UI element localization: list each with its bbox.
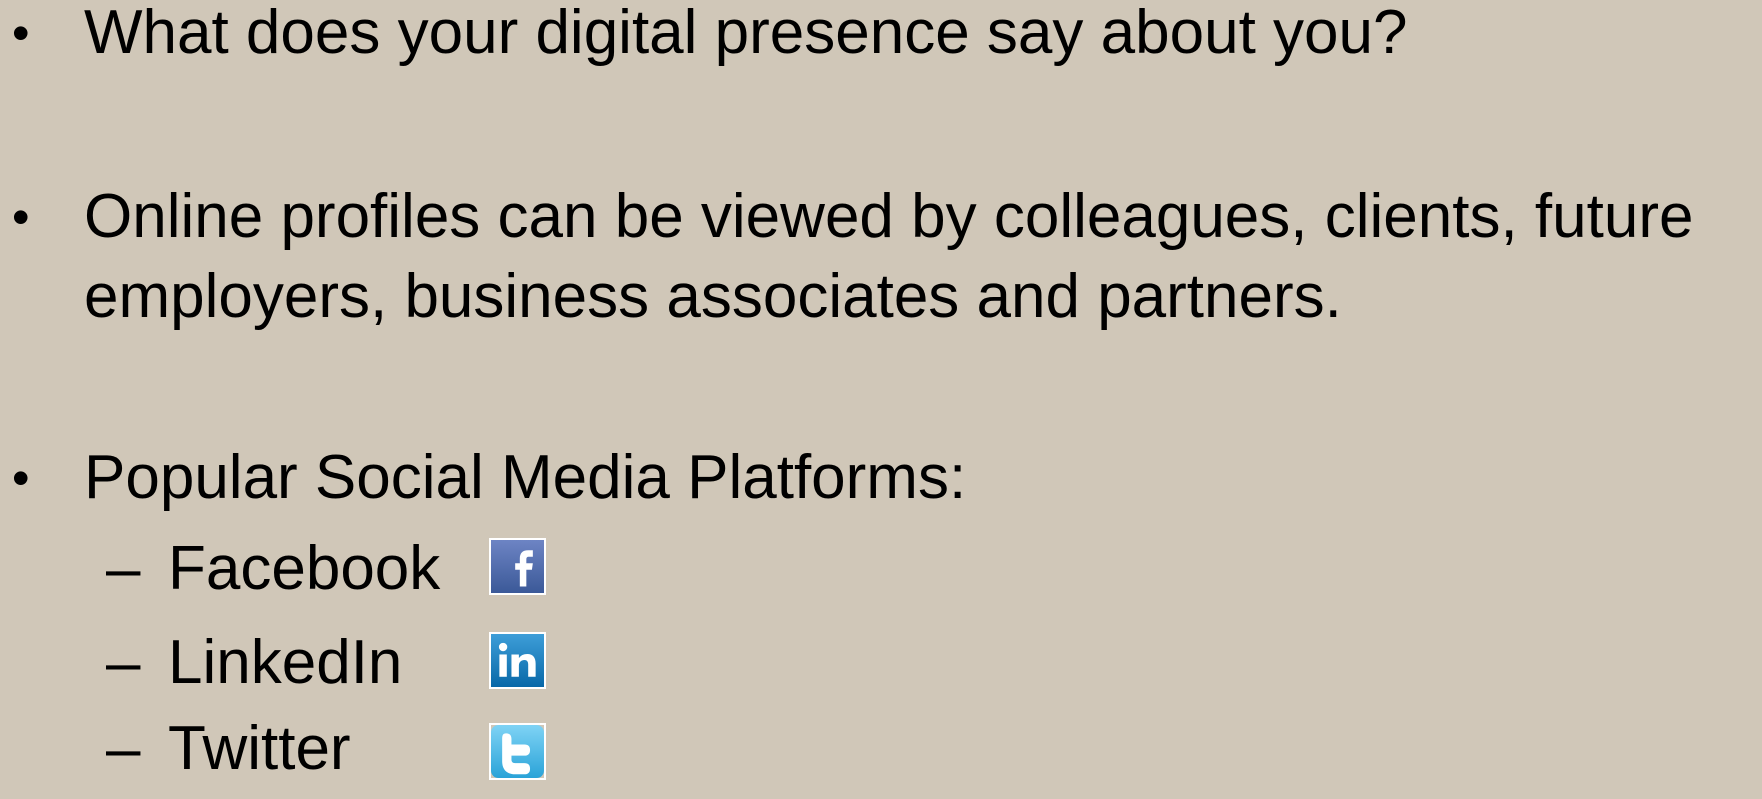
platform-label: LinkedIn [168, 628, 403, 697]
bullet-marker: • [12, 450, 30, 506]
facebook-logo-icon [489, 538, 546, 595]
platform-label: Facebook [168, 534, 441, 603]
sub-bullet-dash: – [106, 714, 141, 783]
bullet-text: Popular Social Media Platforms: [84, 443, 967, 512]
platform-item-facebook: – Facebook [0, 529, 1762, 619]
platform-item-linkedin: – LinkedIn [0, 623, 1762, 713]
slide: • What does your digital presence say ab… [0, 0, 1762, 783]
bullet-marker: • [12, 5, 30, 61]
sub-bullet-dash: – [106, 628, 141, 697]
platform-label: Twitter [168, 714, 351, 783]
bullet-text: Online profiles can be viewed by colleag… [84, 182, 1694, 331]
platform-item-twitter: – Twitter [0, 709, 1762, 799]
bullet-text: What does your digital presence say abou… [84, 0, 1408, 67]
linkedin-logo-icon [489, 632, 546, 689]
bullet-marker: • [12, 189, 30, 245]
sub-bullet-dash: – [106, 534, 141, 603]
twitter-logo-icon [489, 723, 546, 780]
